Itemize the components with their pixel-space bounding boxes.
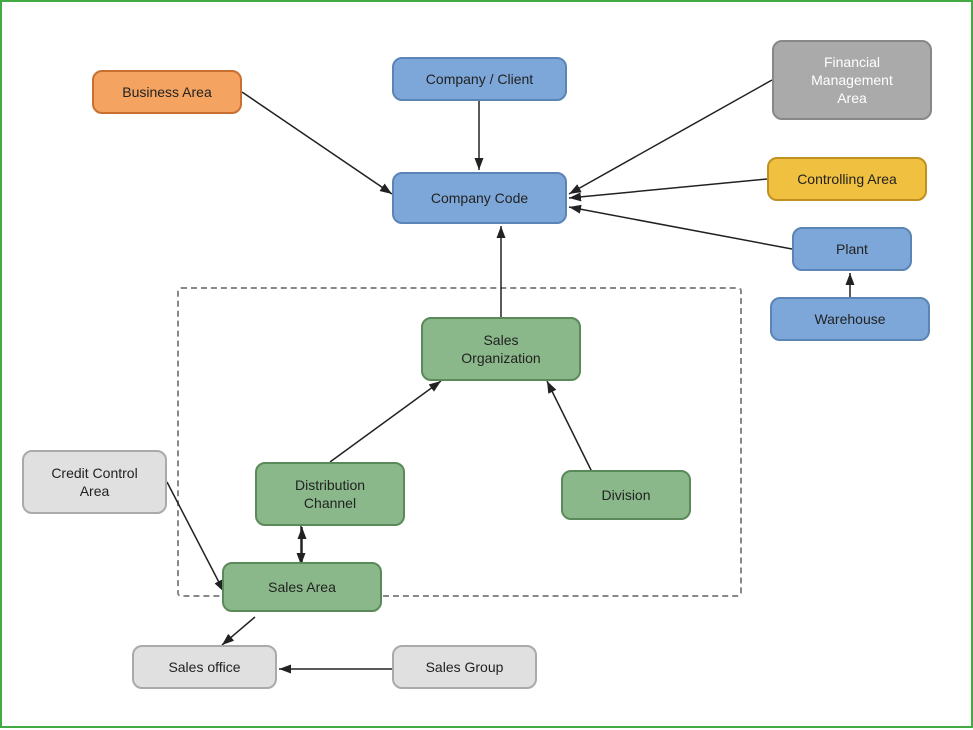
sales-area-node: Sales Area — [222, 562, 382, 612]
plant-node: Plant — [792, 227, 912, 271]
division-node: Division — [561, 470, 691, 520]
sales-group-node: Sales Group — [392, 645, 537, 689]
distribution-channel-node: Distribution Channel — [255, 462, 405, 526]
company-client-node: Company / Client — [392, 57, 567, 101]
sales-organization-node: Sales Organization — [421, 317, 581, 381]
sales-office-node: Sales office — [132, 645, 277, 689]
company-code-node: Company Code — [392, 172, 567, 224]
business-area-node: Business Area — [92, 70, 242, 114]
diagram-container: Company / Client Company Code Business A… — [0, 0, 973, 728]
controlling-area-node: Controlling Area — [767, 157, 927, 201]
warehouse-node: Warehouse — [770, 297, 930, 341]
financial-mgmt-node: Financial Management Area — [772, 40, 932, 120]
credit-control-node: Credit Control Area — [22, 450, 167, 514]
